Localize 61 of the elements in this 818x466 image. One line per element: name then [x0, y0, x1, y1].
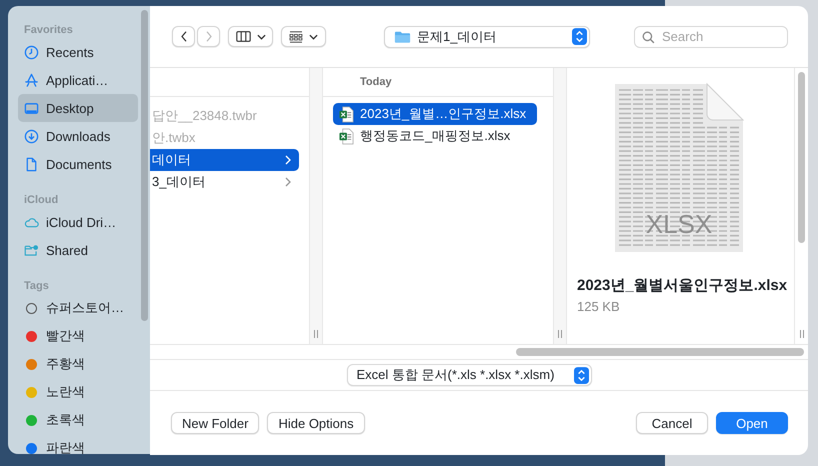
chevron-icon — [285, 155, 291, 165]
section-heading: Tags — [24, 280, 50, 294]
group-button[interactable] — [281, 26, 326, 47]
caret-icon — [309, 34, 318, 40]
scrollbar-thumb[interactable] — [516, 348, 804, 356]
chevron-left-icon — [180, 30, 188, 43]
sidebar-item[interactable]: Downloads — [18, 122, 138, 150]
stepper-icon — [574, 366, 588, 384]
sidebar-item[interactable]: iCloud Dri… — [18, 208, 138, 236]
tag-item[interactable]: 노란색 — [18, 378, 138, 406]
section-heading: Favorites — [24, 24, 74, 38]
caret-icon — [256, 34, 266, 40]
folder-icon — [394, 30, 411, 44]
location-dropdown[interactable]: 문제1_데이터 — [384, 26, 590, 48]
tag-item[interactable]: 주황색 — [18, 350, 138, 378]
spreadsheet-document-icon — [613, 82, 745, 254]
shared-folder-icon — [24, 242, 39, 258]
chevron-right-icon — [204, 30, 212, 43]
open-button[interactable]: Open — [716, 412, 788, 434]
folder-row[interactable]: 3_데이터 — [150, 171, 299, 193]
resize-handle-icon[interactable] — [800, 330, 804, 338]
spreadsheet-file-icon — [339, 106, 354, 122]
section-heading: iCloud — [24, 194, 60, 208]
resize-handle-icon[interactable] — [558, 330, 562, 338]
column-view-button[interactable] — [228, 26, 273, 47]
folder-row[interactable]: 데이터 — [150, 149, 299, 171]
sidebar-item[interactable]: Recents — [18, 38, 138, 66]
download-icon — [24, 128, 39, 144]
file-size: 125 KB — [577, 299, 621, 314]
sidebar-item[interactable]: Desktop — [18, 94, 138, 122]
file-type-label: XLSX — [644, 209, 714, 240]
tag-item[interactable]: 파란색 — [18, 434, 138, 454]
document-icon — [24, 156, 39, 172]
stepper-icon — [572, 28, 587, 45]
scrollbar-thumb[interactable] — [798, 72, 805, 243]
chevron-icon — [285, 177, 291, 187]
tag-item[interactable]: 빨간색 — [18, 322, 138, 350]
desktop-icon — [24, 100, 39, 116]
spreadsheet-file-icon — [339, 128, 354, 144]
file-row[interactable]: 행정동코드_매핑정보.xlsx — [333, 125, 537, 147]
grid-icon — [289, 30, 303, 42]
file-row[interactable]: 2023년_월별…인구정보.xlsx — [333, 103, 537, 125]
dialog-button[interactable]: Hide Options — [267, 412, 365, 434]
sidebar-item[interactable]: Shared — [18, 236, 138, 264]
sidebar-item[interactable]: Documents — [18, 150, 138, 178]
sidebar-item[interactable]: Applicati… — [18, 66, 138, 94]
search-field[interactable]: Search — [634, 26, 788, 48]
scrollbar-thumb[interactable] — [141, 10, 148, 321]
resize-handle-icon[interactable] — [314, 330, 318, 338]
columns-icon — [236, 31, 250, 42]
tag-circle-icon — [26, 302, 37, 314]
file-name: 2023년_월별서울인구정보.xlsx — [577, 276, 788, 295]
tag-item[interactable]: 슈퍼스토어… — [18, 294, 138, 322]
tag-item[interactable]: 초록색 — [18, 406, 138, 434]
file-type-dropdown[interactable]: Excel 통합 문서(*.xls *.xlsx *.xlsm) — [346, 364, 592, 386]
cancel-button[interactable]: Cancel — [636, 412, 708, 434]
clock-icon — [24, 44, 39, 60]
column-header: Today — [360, 76, 392, 88]
applications-icon — [24, 72, 39, 88]
dialog-button[interactable]: New Folder — [171, 412, 260, 434]
back-button[interactable] — [172, 26, 195, 47]
